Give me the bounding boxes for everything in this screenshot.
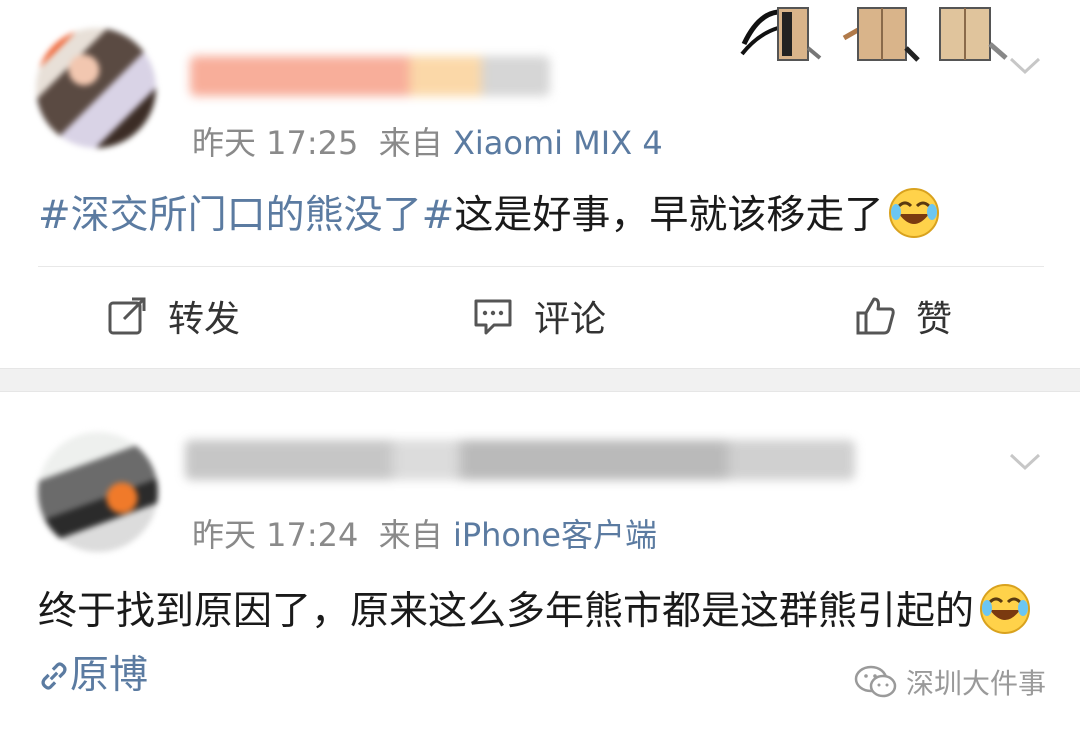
divider	[38, 266, 1044, 267]
comment-label: 评论	[534, 299, 607, 340]
comment-button[interactable]: 评论	[472, 286, 606, 346]
laugh-cry-emoji	[889, 188, 940, 238]
repost-label: 转发	[168, 299, 241, 340]
like-button[interactable]: 赞	[854, 286, 952, 346]
post-time: 昨天 17:25	[192, 124, 359, 162]
post-text: #深交所门口的熊没了#这是好事，早就该移走了	[38, 184, 1048, 248]
source-prefix: 来自	[378, 516, 443, 554]
post-source[interactable]: iPhone客户端	[453, 516, 657, 554]
post-time: 昨天 17:24	[192, 516, 359, 554]
username-blurred[interactable]	[185, 440, 855, 480]
chevron-down-icon[interactable]	[1008, 444, 1042, 478]
like-label: 赞	[916, 299, 953, 340]
post-body: 这是好事，早就该移走了	[454, 193, 884, 238]
post-separator	[0, 368, 1080, 392]
box-sticker	[842, 7, 920, 62]
like-icon	[856, 297, 895, 335]
avatar[interactable]	[36, 28, 156, 148]
post-meta: 昨天 17:25 来自 Xiaomi MIX 4	[192, 118, 663, 164]
repost-button[interactable]: 转发	[106, 286, 240, 346]
post-body: 终于找到原因了，原来这么多年熊市都是这群熊引起的	[38, 589, 975, 634]
source-prefix: 来自	[378, 124, 443, 162]
box-sticker	[939, 7, 1008, 61]
wechat-icon	[854, 665, 897, 698]
hashtag-link[interactable]: #深交所门口的熊没了#	[38, 193, 454, 238]
weibo-post-1: 昨天 17:25 来自 Xiaomi MIX 4 #深交所门口的熊没了#这是好事…	[0, 0, 1080, 368]
laugh-cry-emoji	[980, 584, 1031, 634]
watermark: 深圳大件事	[854, 662, 1046, 702]
comment-icon	[474, 299, 512, 335]
username-blurred[interactable]	[190, 56, 550, 96]
link-icon	[41, 662, 67, 690]
watermark-text: 深圳大件事	[905, 667, 1046, 700]
avatar[interactable]	[38, 432, 158, 552]
chevron-down-icon[interactable]	[1008, 48, 1042, 82]
post-source[interactable]: Xiaomi MIX 4	[453, 124, 663, 162]
repost-icon	[108, 297, 146, 335]
post-meta: 昨天 17:24 来自 iPhone客户端	[192, 510, 657, 556]
box-sticker	[740, 7, 822, 61]
original-post-label: 原博	[70, 653, 149, 698]
